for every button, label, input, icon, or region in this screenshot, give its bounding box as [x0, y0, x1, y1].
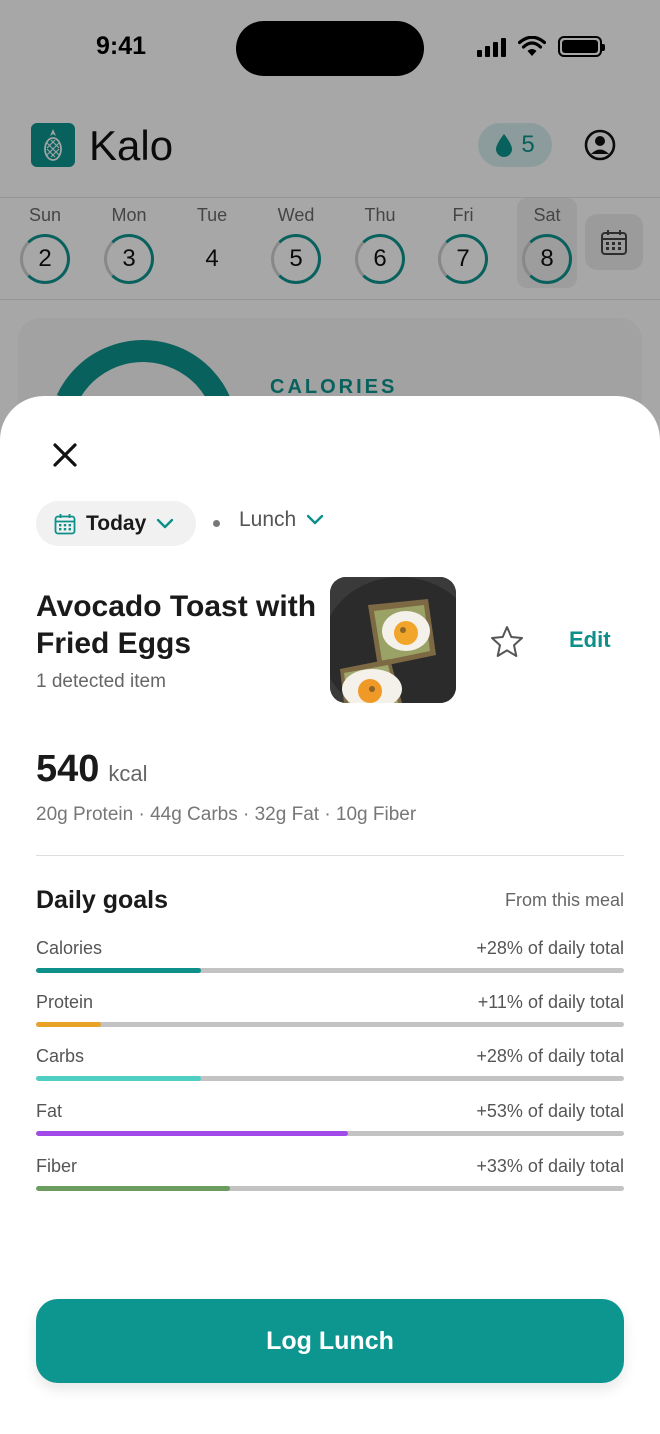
date-label: Today — [86, 511, 147, 535]
log-meal-sheet: Today Lunch Avocado Toast with Fried Egg… — [0, 396, 660, 1434]
daily-goals-caption: From this meal — [504, 890, 624, 910]
goal-label: Fiber — [36, 1156, 78, 1176]
goal-progress-track — [36, 1186, 624, 1191]
separator-dot — [213, 520, 220, 527]
goal-value: +53% of daily total — [476, 1101, 624, 1121]
edit-button[interactable]: Edit — [569, 627, 611, 653]
chevron-down-icon — [307, 514, 324, 525]
goal-progress-fill — [36, 1131, 348, 1136]
goal-progress-fill — [36, 1022, 101, 1027]
meal-selector[interactable]: Lunch — [239, 508, 324, 532]
kcal-value: 540 — [36, 748, 100, 790]
goal-value: +28% of daily total — [476, 938, 624, 958]
meal-label: Lunch — [239, 508, 297, 531]
goal-progress-fill — [36, 1076, 201, 1081]
goal-value: +11% of daily total — [477, 992, 624, 1012]
goal-row-protein: Protein +11% of daily total — [36, 992, 624, 1036]
kcal-unit: kcal — [108, 761, 148, 786]
star-icon — [491, 626, 523, 657]
goal-row-fiber: Fiber +33% of daily total — [36, 1156, 624, 1200]
goal-value: +28% of daily total — [476, 1046, 624, 1066]
food-photo[interactable] — [330, 577, 456, 703]
goal-value: +33% of daily total — [476, 1156, 624, 1176]
goal-label: Calories — [36, 938, 103, 958]
close-icon — [53, 443, 77, 467]
log-lunch-button[interactable]: Log Lunch — [36, 1299, 624, 1383]
goal-label: Fat — [36, 1101, 63, 1121]
goal-progress-track — [36, 1022, 624, 1027]
calendar-icon — [54, 513, 76, 534]
goal-row-fat: Fat +53% of daily total — [36, 1101, 624, 1145]
goal-progress-track — [36, 968, 624, 973]
log-button-label: Log Lunch — [266, 1326, 394, 1355]
favorite-button[interactable] — [487, 622, 527, 662]
goal-label: Carbs — [36, 1046, 85, 1066]
goal-progress-track — [36, 1076, 624, 1081]
chevron-down-icon — [157, 518, 174, 528]
goal-progress-fill — [36, 1186, 231, 1191]
daily-goals-title: Daily goals — [36, 886, 168, 914]
goal-progress-track — [36, 1131, 624, 1136]
food-title: Avocado Toast with Fried Eggs — [36, 590, 317, 660]
detected-items-count: 1 detected item — [36, 671, 166, 692]
goal-progress-fill — [36, 968, 201, 973]
goal-label: Protein — [36, 992, 94, 1012]
date-selector[interactable]: Today — [36, 501, 197, 546]
goal-row-carbs: Carbs +28% of daily total — [36, 1046, 624, 1090]
macros-summary: 20g Protein · 44g Carbs · 32g Fat · 10g … — [36, 804, 417, 825]
divider — [36, 855, 624, 856]
goal-row-calories: Calories +28% of daily total — [36, 938, 624, 982]
calorie-total: 540 kcal — [36, 748, 148, 791]
close-button[interactable] — [44, 434, 86, 476]
